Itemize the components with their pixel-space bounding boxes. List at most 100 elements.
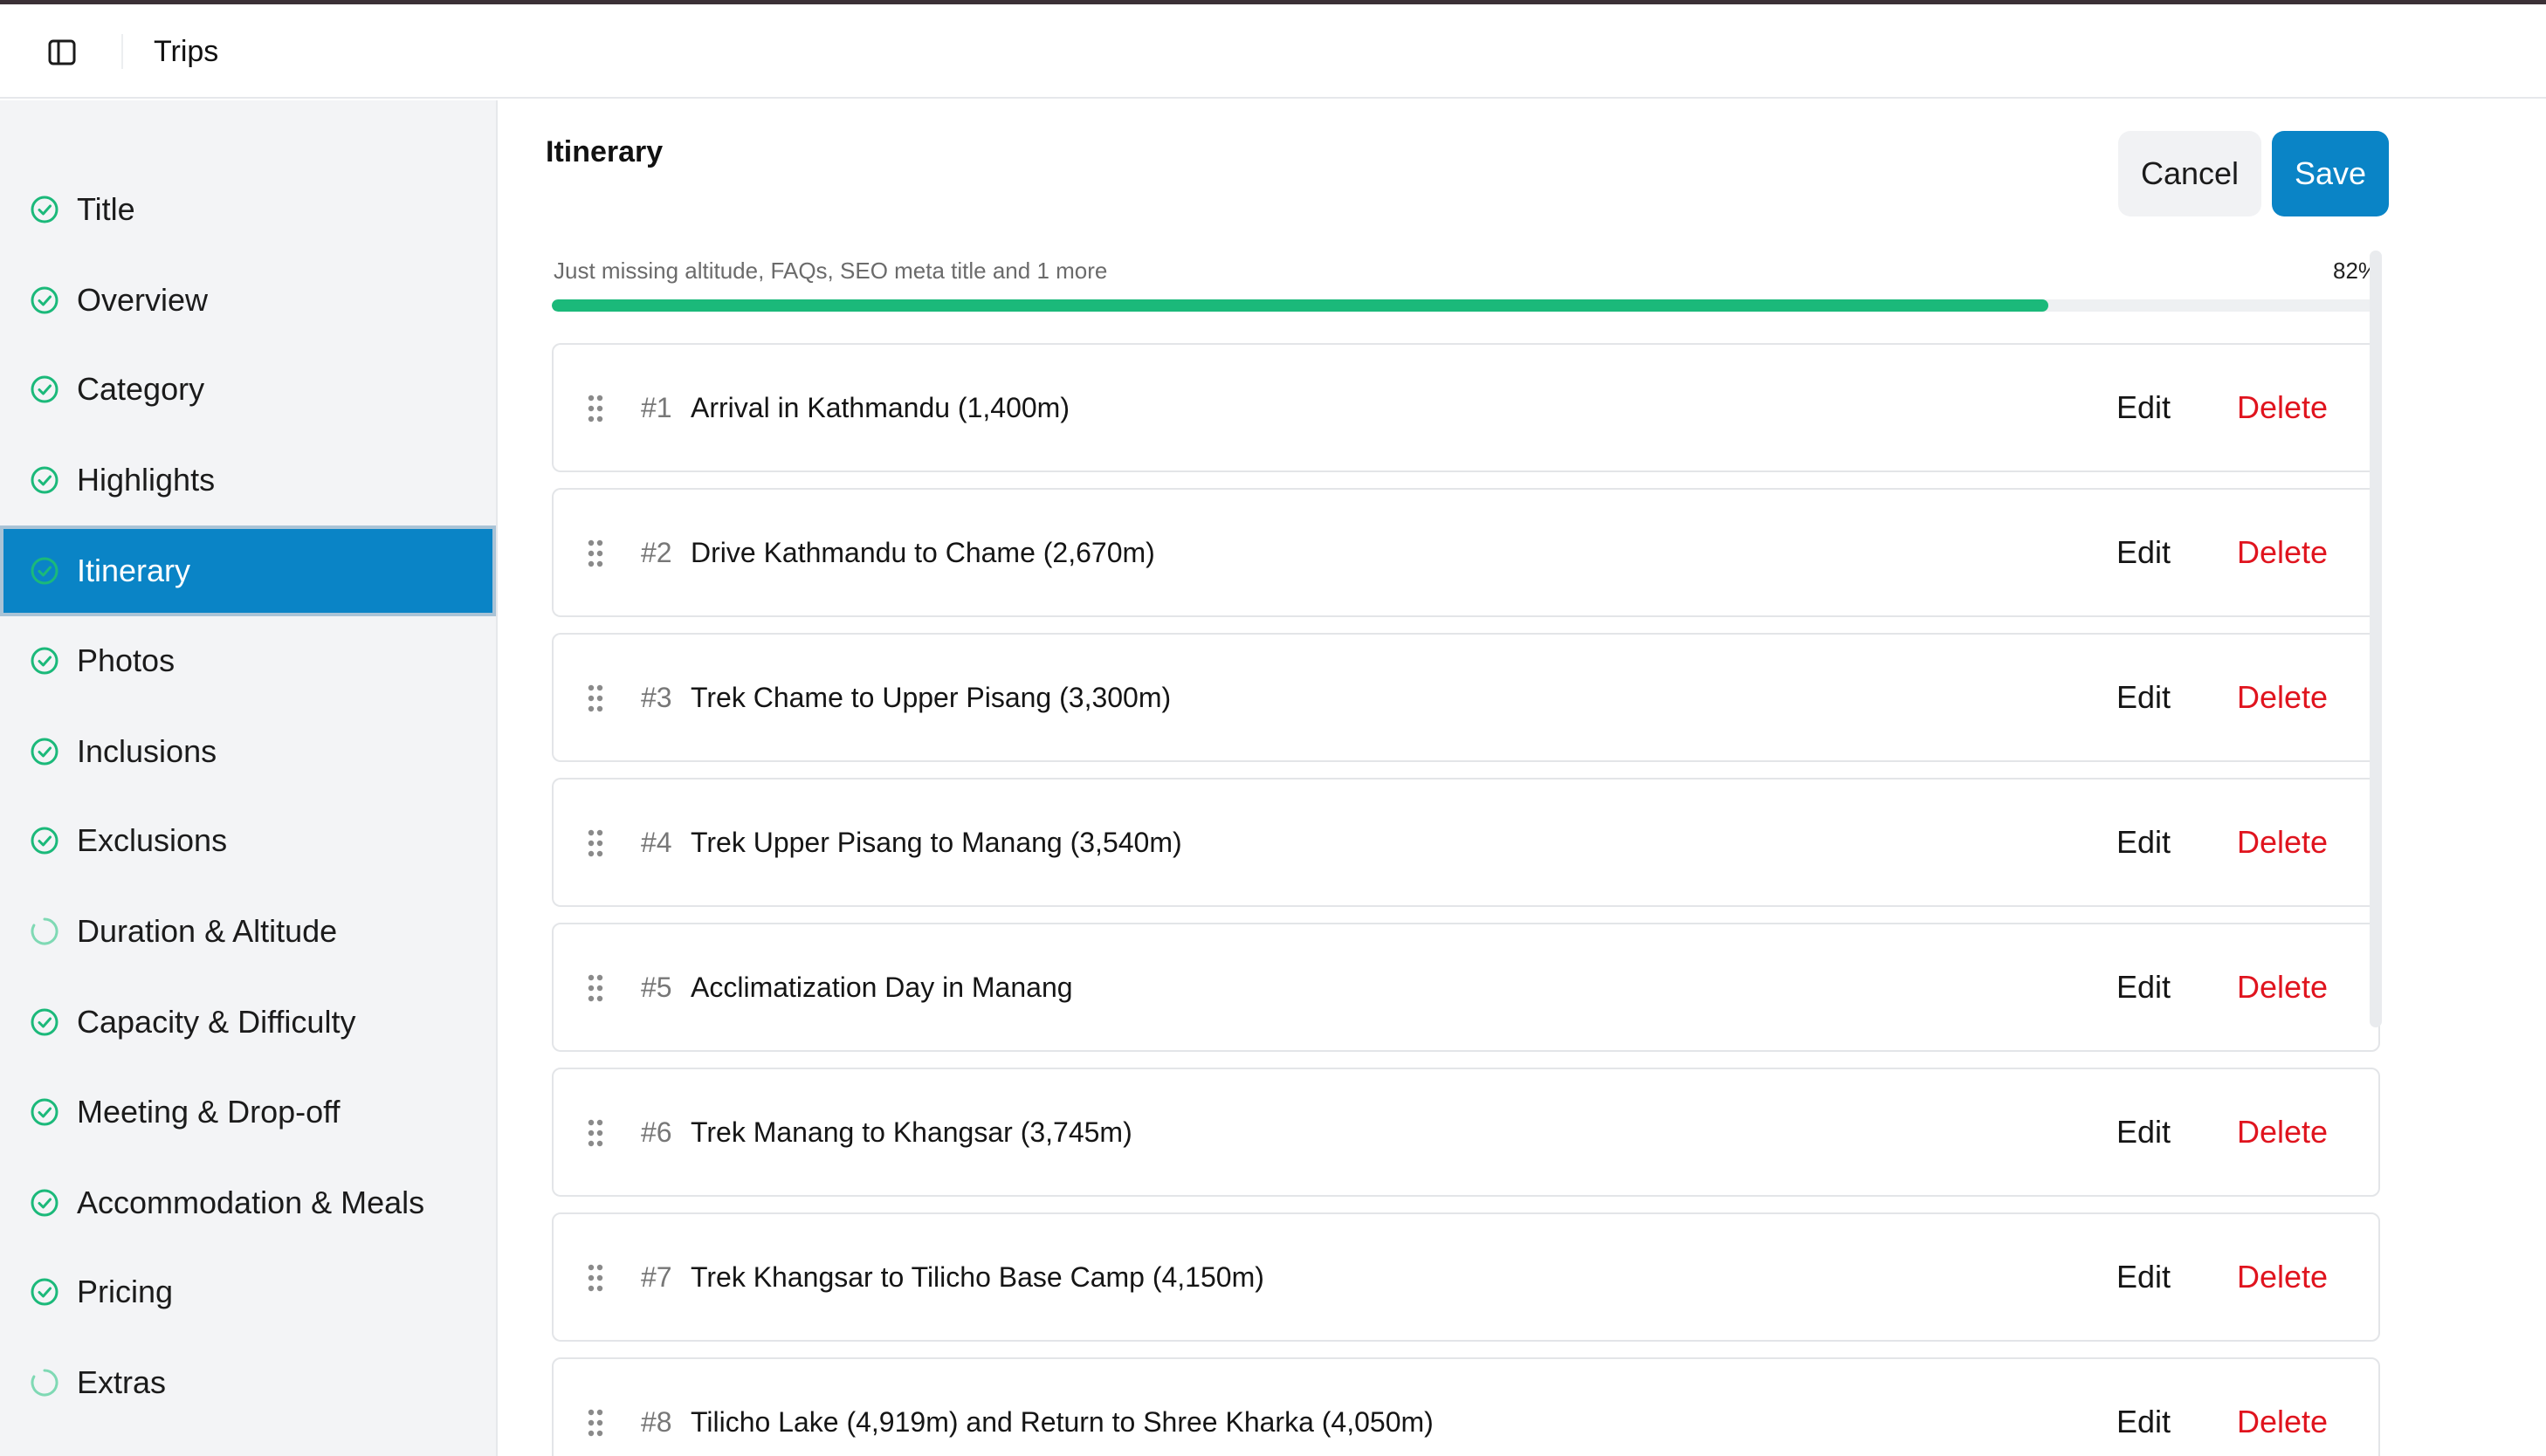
- itinerary-day-number: #5: [641, 972, 672, 1003]
- check-circle-icon: [31, 827, 58, 855]
- sidebar-item-meeting-and-drop-off[interactable]: Meeting & Drop-off: [0, 1067, 496, 1157]
- save-button[interactable]: Save: [2272, 131, 2389, 216]
- itinerary-day-title: Tilicho Lake (4,919m) and Return to Shre…: [691, 1406, 1434, 1438]
- check-circle-icon: [31, 196, 58, 223]
- sidebar-item-itinerary[interactable]: Itinerary: [0, 525, 496, 617]
- check-circle-icon: [31, 647, 58, 675]
- drag-handle-icon[interactable]: [587, 828, 604, 858]
- itinerary-day-number: #8: [641, 1406, 672, 1438]
- drag-handle-icon[interactable]: [587, 683, 604, 713]
- itinerary-row: #1 Arrival in Kathmandu (1,400m) Edit Delet…: [552, 343, 2370, 472]
- section-sidebar: Title Overview Category Highlights Itinerary…: [0, 100, 498, 1456]
- edit-button[interactable]: Edit: [2116, 1069, 2171, 1195]
- itinerary-row: #3 Trek Chame to Upper Pisang (3,300m) Edi…: [552, 633, 2370, 762]
- itinerary-row: #5 Acclimatization Day in Manang Edit Delet…: [552, 923, 2380, 1052]
- itinerary-day-number: #2: [641, 537, 672, 568]
- header-divider: [121, 34, 123, 69]
- itinerary-day-title: Trek Upper Pisang to Manang (3,540m): [691, 827, 1182, 858]
- sidebar-item-label: Pricing: [77, 1274, 174, 1310]
- edit-button[interactable]: Edit: [2116, 924, 2171, 1050]
- main-panel: Itinerary Cancel Save Just missing altit…: [499, 100, 2546, 1456]
- sidebar-item-label: Additional Info: [77, 1428, 276, 1456]
- top-bar: Trips: [0, 4, 2546, 99]
- delete-button[interactable]: Delete: [2237, 1069, 2328, 1195]
- edit-button[interactable]: Edit: [2116, 780, 2171, 905]
- loading-circle-icon: [31, 1369, 58, 1397]
- scrollbar[interactable]: [2370, 251, 2382, 1027]
- itinerary-day-number: #7: [641, 1261, 672, 1293]
- sidebar-item-label: Overview: [77, 281, 209, 318]
- drag-handle-icon[interactable]: [587, 394, 604, 423]
- completion-progress-fill: [552, 299, 2048, 312]
- sidebar-item-label: Title: [77, 190, 135, 227]
- sidebar-toggle-button[interactable]: [44, 34, 80, 71]
- drag-handle-icon[interactable]: [587, 1408, 604, 1438]
- itinerary-day-title: Arrival in Kathmandu (1,400m): [691, 392, 1070, 423]
- itinerary-day-number: #3: [641, 682, 672, 713]
- itinerary-day-number: #4: [641, 827, 672, 858]
- sidebar-item-label: Duration & Altitude: [77, 913, 338, 950]
- check-circle-icon: [31, 375, 58, 403]
- completion-progress-bar: [552, 299, 2377, 312]
- sidebar-item-overview[interactable]: Overview: [0, 255, 496, 346]
- sidebar-item-label: Itinerary: [77, 553, 191, 589]
- sidebar-item-label: Accommodation & Meals: [77, 1184, 425, 1220]
- delete-button[interactable]: Delete: [2237, 635, 2328, 760]
- delete-button[interactable]: Delete: [2237, 490, 2328, 615]
- sidebar-item-label: Inclusions: [77, 732, 217, 769]
- breadcrumb-trips[interactable]: Trips: [154, 4, 218, 99]
- sidebar-item-photos[interactable]: Photos: [0, 615, 496, 706]
- cancel-button[interactable]: Cancel: [2118, 131, 2261, 216]
- sidebar-item-additional-info[interactable]: Additional Info: [0, 1428, 496, 1456]
- drag-handle-icon[interactable]: [587, 973, 604, 1003]
- itinerary-row: #2 Drive Kathmandu to Chame (2,670m) Edit D…: [552, 488, 2370, 617]
- sidebar-item-extras[interactable]: Extras: [0, 1337, 496, 1428]
- itinerary-day-number: #1: [641, 392, 672, 423]
- loading-circle-icon: [31, 917, 58, 945]
- itinerary-row: #8 Tilicho Lake (4,919m) and Return to Sh…: [552, 1357, 2380, 1456]
- itinerary-day-title: Acclimatization Day in Manang: [691, 972, 1073, 1003]
- itinerary-row: #4 Trek Upper Pisang to Manang (3,540m) Ed…: [552, 778, 2370, 907]
- sidebar-item-label: Category: [77, 371, 205, 407]
- sidebar-item-duration-and-altitude[interactable]: Duration & Altitude: [0, 886, 496, 977]
- delete-button[interactable]: Delete: [2237, 924, 2328, 1050]
- drag-handle-icon[interactable]: [587, 539, 604, 568]
- drag-handle-icon[interactable]: [587, 1263, 604, 1293]
- edit-button[interactable]: Edit: [2116, 1359, 2171, 1456]
- itinerary-day-title: Trek Manang to Khangsar (3,745m): [691, 1116, 1132, 1148]
- completion-hint: Just missing altitude, FAQs, SEO meta ti…: [554, 258, 1108, 284]
- sidebar-item-label: Meeting & Drop-off: [77, 1093, 341, 1130]
- sidebar-item-capacity-and-difficulty[interactable]: Capacity & Difficulty: [0, 977, 496, 1068]
- itinerary-day-number: #6: [641, 1116, 672, 1148]
- check-circle-icon: [31, 1278, 58, 1306]
- edit-button[interactable]: Edit: [2116, 635, 2171, 760]
- itinerary-row: #6 Trek Manang to Khangsar (3,745m) Edit De…: [552, 1068, 2380, 1197]
- edit-button[interactable]: Edit: [2116, 1214, 2171, 1340]
- check-circle-icon: [31, 738, 58, 766]
- sidebar-item-accommodation-and-meals[interactable]: Accommodation & Meals: [0, 1157, 496, 1248]
- sidebar-toggle-icon: [48, 39, 76, 65]
- sidebar-item-label: Extras: [77, 1364, 167, 1401]
- check-circle-icon: [31, 557, 58, 585]
- delete-button[interactable]: Delete: [2237, 1214, 2328, 1340]
- sidebar-item-inclusions[interactable]: Inclusions: [0, 706, 496, 797]
- sidebar-item-pricing[interactable]: Pricing: [0, 1247, 496, 1337]
- delete-button[interactable]: Delete: [2237, 1359, 2328, 1456]
- sidebar-item-title[interactable]: Title: [0, 164, 496, 255]
- sidebar-item-highlights[interactable]: Highlights: [0, 435, 496, 525]
- itinerary-day-title: Trek Chame to Upper Pisang (3,300m): [691, 682, 1172, 713]
- sidebar-item-exclusions[interactable]: Exclusions: [0, 795, 496, 886]
- completion-percent: 82%: [2333, 258, 2371, 284]
- drag-handle-icon[interactable]: [587, 1118, 604, 1148]
- sidebar-item-category[interactable]: Category: [0, 344, 496, 435]
- delete-button[interactable]: Delete: [2237, 780, 2328, 905]
- sidebar-item-label: Photos: [77, 642, 175, 678]
- delete-button[interactable]: Delete: [2237, 345, 2328, 470]
- itinerary-row: #7 Trek Khangsar to Tilicho Base Camp (4,…: [552, 1212, 2380, 1342]
- edit-button[interactable]: Edit: [2116, 345, 2171, 470]
- sidebar-item-label: Exclusions: [77, 822, 228, 859]
- check-circle-icon: [31, 1189, 58, 1217]
- sidebar-item-label: Capacity & Difficulty: [77, 1004, 356, 1040]
- edit-button[interactable]: Edit: [2116, 490, 2171, 615]
- check-circle-icon: [31, 466, 58, 494]
